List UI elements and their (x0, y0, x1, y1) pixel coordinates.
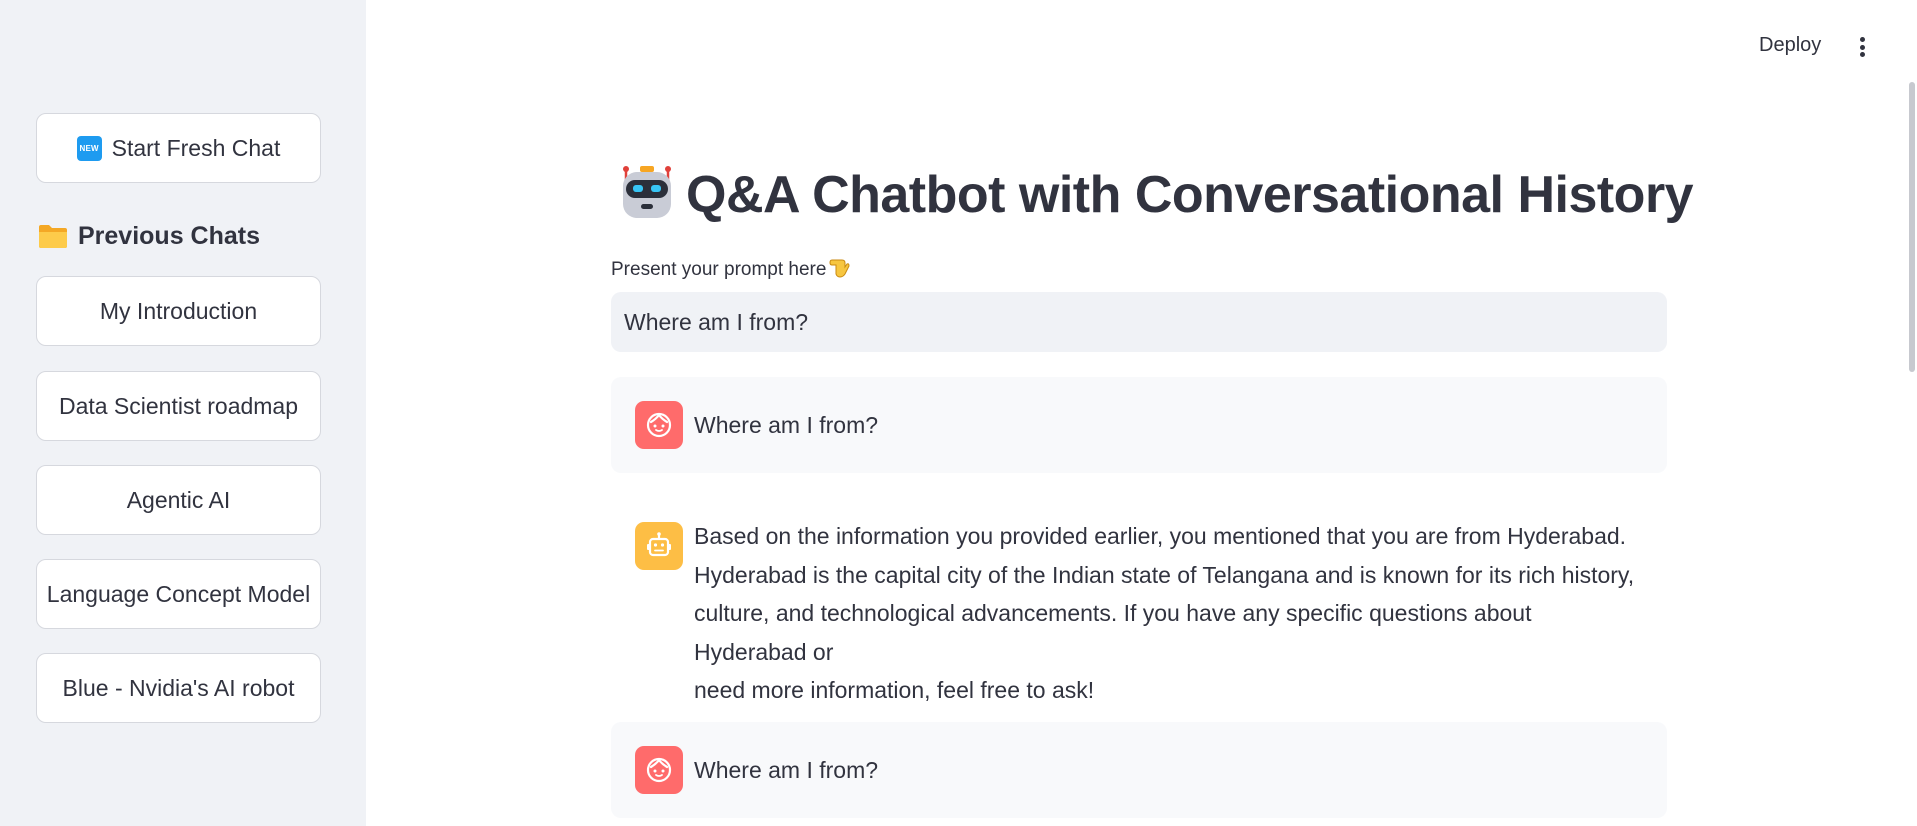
previous-chats-label: Previous Chats (78, 221, 261, 250)
chat-message-user: Where am I from? (611, 377, 1667, 473)
user-face-icon (635, 746, 683, 794)
bot-face-icon (635, 522, 683, 570)
chat-item-label: Blue - Nvidia's AI robot (62, 674, 295, 701)
chat-message-user: Where am I from? (611, 722, 1667, 818)
previous-chats-heading: Previous Chats (38, 218, 260, 254)
scrollbar[interactable] (1909, 82, 1915, 372)
message-text: Where am I from? (694, 756, 879, 783)
page-title-row: Q&A Chatbot with Conversational History (618, 160, 1694, 230)
message-text: Based on the information you provided ea… (694, 517, 1643, 710)
app-root: NEW Start Fresh Chat Previous Chats My I… (0, 0, 1917, 826)
prompt-label: Present your prompt here (611, 255, 852, 285)
new-badge-icon: NEW (76, 135, 102, 161)
chat-message-assistant: Based on the information you provided ea… (611, 520, 1667, 703)
start-fresh-chat-button[interactable]: NEW Start Fresh Chat (36, 113, 321, 183)
user-face-icon (635, 401, 683, 449)
start-fresh-chat-label: Start Fresh Chat (111, 134, 281, 161)
chat-item-data-scientist-roadmap[interactable]: Data Scientist roadmap (36, 371, 321, 441)
message-text: Where am I from? (694, 411, 879, 438)
prompt-input[interactable] (611, 292, 1667, 352)
prompt-label-text: Present your prompt here (611, 259, 827, 280)
page-title: Q&A Chatbot with Conversational History (686, 166, 1694, 224)
kebab-menu-icon[interactable] (1854, 34, 1870, 60)
chat-item-label: My Introduction (99, 297, 258, 324)
sidebar: NEW Start Fresh Chat Previous Chats My I… (0, 0, 366, 826)
chat-item-agentic-ai[interactable]: Agentic AI (36, 465, 321, 535)
message-line: Based on the information you provided ea… (694, 523, 1627, 549)
chat-item-blue-nvidia-robot[interactable]: Blue - Nvidia's AI robot (36, 653, 321, 723)
chat-item-label: Data Scientist roadmap (58, 392, 299, 419)
pointing-down-icon (828, 255, 852, 285)
chat-item-label: Language Concept Model (46, 580, 311, 607)
message-line: culture, and technological advancements.… (694, 600, 1532, 665)
chat-item-language-concept-model[interactable]: Language Concept Model (36, 559, 321, 629)
folder-icon (38, 223, 68, 249)
message-line: Hyderabad is the capital city of the Ind… (694, 561, 1635, 588)
deploy-button[interactable]: Deploy (1759, 34, 1821, 57)
chat-item-my-introduction[interactable]: My Introduction (36, 276, 321, 346)
chat-item-label: Agentic AI (126, 486, 231, 513)
robot-icon (618, 164, 676, 227)
message-line: need more information, feel free to ask! (694, 677, 1095, 703)
